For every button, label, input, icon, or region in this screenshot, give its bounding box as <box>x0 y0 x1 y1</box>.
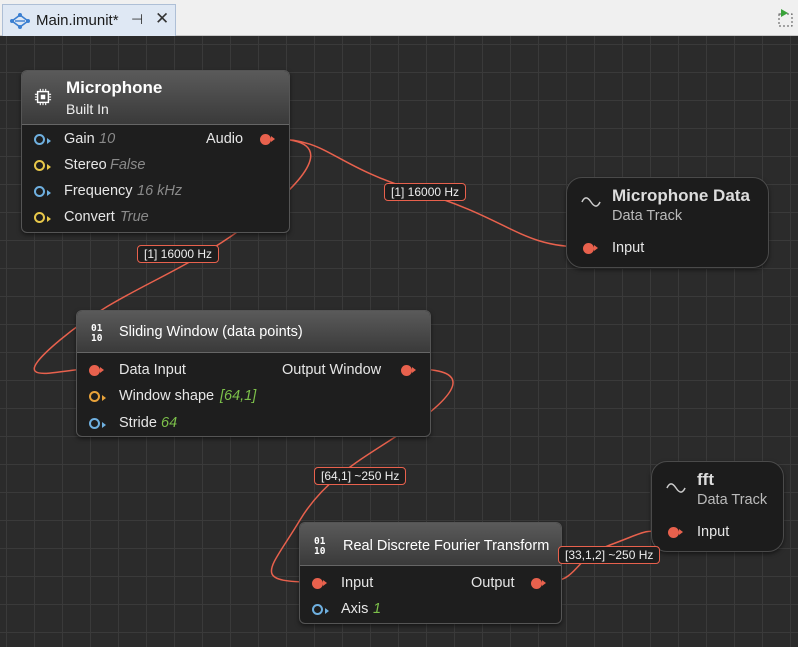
input-pin[interactable] <box>34 186 51 197</box>
run-icon[interactable] <box>778 9 794 27</box>
output-pin[interactable] <box>260 134 275 145</box>
input-value[interactable]: 64 <box>161 413 177 433</box>
wave-icon <box>581 197 601 207</box>
sliding-window-node[interactable]: 01 10 Sliding Window (data points) Data … <box>76 310 431 437</box>
microphone-node[interactable]: Microphone Built In Gain 10 Stereo False… <box>21 70 290 233</box>
tab-main-imunit[interactable]: Main.imunit* ⊣ ✕ <box>2 4 176 36</box>
output-rdft[interactable]: Output <box>471 573 546 593</box>
microphone-node-header[interactable]: Microphone Built In <box>22 71 289 125</box>
output-window[interactable]: Output Window <box>282 360 416 380</box>
binary-icon: 01 10 <box>314 536 326 555</box>
input-pin[interactable] <box>89 418 106 429</box>
svg-text:10: 10 <box>91 333 103 342</box>
output-pin[interactable] <box>531 578 546 589</box>
node-title: Microphone <box>66 78 163 97</box>
wire-label-audio-to-track: [1] 16000 Hz <box>384 183 467 201</box>
input-label: Stride <box>119 415 157 431</box>
input-pin[interactable] <box>583 243 598 254</box>
input-label: Window shape <box>119 388 215 404</box>
svg-text:10: 10 <box>314 546 326 555</box>
pin-tab-icon[interactable]: ⊣ <box>131 11 143 28</box>
input-pin[interactable] <box>34 160 51 171</box>
document-tab-strip: Main.imunit* ⊣ ✕ <box>0 0 798 36</box>
wire-label-audio-to-window: [1] 16000 Hz <box>137 245 220 263</box>
node-title: fft <box>697 470 714 489</box>
input-label: Input <box>697 524 730 540</box>
input-label: Input <box>341 575 374 591</box>
input-value[interactable]: 1 <box>373 599 381 619</box>
input-value[interactable]: False <box>110 155 145 175</box>
input-pin[interactable] <box>312 604 329 615</box>
input-pin[interactable] <box>89 391 106 402</box>
wire-label-window-to-rdft: [64,1] ~250 Hz <box>314 467 407 485</box>
close-tab-icon[interactable]: ✕ <box>155 9 169 29</box>
node-subtitle: Built In <box>66 101 109 117</box>
output-pin[interactable] <box>401 365 416 376</box>
fft-track-node[interactable]: fft Data Track Input <box>651 461 784 552</box>
input-label: Data Input <box>119 362 186 378</box>
input-label: Axis <box>341 601 369 617</box>
input-label: Input <box>612 240 645 256</box>
graph-network-icon <box>10 13 30 29</box>
sliding-window-node-header[interactable]: 01 10 Sliding Window (data points) <box>77 311 430 353</box>
real-dft-node[interactable]: 01 10 Real Discrete Fourier Transform In… <box>299 522 562 624</box>
output-label: Audio <box>206 131 244 147</box>
node-subtitle: Data Track <box>612 208 683 224</box>
wire-label-rdft-to-fft: [33,1,2] ~250 Hz <box>558 546 661 564</box>
wave-icon <box>666 483 686 493</box>
input-label: Gain <box>64 131 95 147</box>
binary-icon: 01 10 <box>91 323 103 342</box>
tab-title: Main.imunit* <box>36 12 119 29</box>
input-label: Stereo <box>64 157 107 173</box>
real-dft-node-header[interactable]: 01 10 Real Discrete Fourier Transform <box>300 523 561 566</box>
output-audio[interactable]: Audio <box>206 129 275 149</box>
input-pin[interactable] <box>312 578 327 589</box>
microphone-data-track-node[interactable]: Microphone Data Data Track Input <box>566 177 769 268</box>
input-value[interactable]: 10 <box>99 129 115 149</box>
input-label: Convert <box>64 209 115 225</box>
input-pin[interactable] <box>89 365 104 376</box>
input-pin[interactable] <box>34 212 51 223</box>
output-label: Output <box>471 575 515 591</box>
chip-icon <box>34 88 52 106</box>
node-subtitle: Data Track <box>697 492 768 508</box>
node-title: Sliding Window (data points) <box>119 324 303 340</box>
input-value[interactable]: True <box>120 207 149 227</box>
input-value[interactable]: 16 kHz <box>137 181 182 201</box>
input-label: Frequency <box>64 183 133 199</box>
node-title: Real Discrete Fourier Transform <box>343 538 550 554</box>
node-title: Microphone Data <box>612 186 750 205</box>
input-pin[interactable] <box>668 527 683 538</box>
input-pin[interactable] <box>34 134 51 145</box>
input-value[interactable]: [64,1] <box>220 386 256 406</box>
output-label: Output Window <box>282 362 382 378</box>
